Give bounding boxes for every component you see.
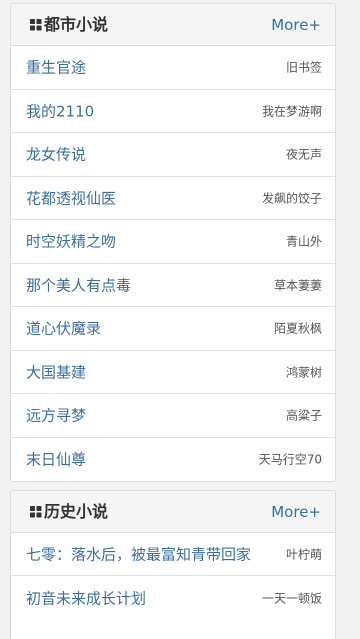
book-title-link[interactable]: 七零：落水后，被最富知青带回家 [26,544,251,565]
book-author: 陌夏秋枫 [273,321,322,336]
more-link[interactable]: More+ [271,15,321,35]
book-title-link[interactable]: 重生官途 [26,57,86,78]
section-header: 历史小说 More+ [11,491,335,533]
book-author: 鸿蒙树 [285,365,322,380]
book-author: 我在梦游啊 [261,104,322,119]
book-title-link[interactable]: 龙女传说 [26,144,86,165]
book-list: 重生官途 旧书签 我的2110 我在梦游啊 龙女传说 夜无声 花都透视仙医 发飙… [11,46,335,481]
book-title-link[interactable]: 末日仙尊 [26,449,86,470]
book-author: 叶柠萌 [285,547,322,562]
page: 都市小说 More+ 重生官途 旧书签 我的2110 我在梦游啊 龙女传说 夜无… [0,0,360,639]
section-title: 历史小说 [44,502,109,521]
grid-icon [30,506,42,518]
book-list: 七零：落水后，被最富知青带回家 叶柠萌 初音未来成长计划 一天一顿饭 [11,533,335,619]
book-author: 旧书签 [285,60,322,75]
section-history-novels: 历史小说 More+ 七零：落水后，被最富知青带回家 叶柠萌 初音未来成长计划 … [10,490,336,639]
grid-icon [30,19,42,31]
section-title: 都市小说 [44,15,109,34]
list-item: 重生官途 旧书签 [11,46,335,90]
book-author: 天马行空70 [258,452,322,467]
book-author: 夜无声 [285,147,322,162]
list-item: 那个美人有点毒 草本萋萋 [11,264,335,307]
list-item: 大国基建 鸿蒙树 [11,351,335,394]
list-item: 花都透视仙医 发飙的饺子 [11,177,335,220]
book-author: 青山外 [285,234,322,249]
book-title-link[interactable]: 初音未来成长计划 [26,587,146,608]
list-item: 我的2110 我在梦游啊 [11,90,335,133]
more-link[interactable]: More+ [271,502,321,522]
book-title-link[interactable]: 大国基建 [26,361,86,382]
list-item: 道心伏魔录 陌夏秋枫 [11,307,335,351]
section-urban-novels: 都市小说 More+ 重生官途 旧书签 我的2110 我在梦游啊 龙女传说 夜无… [10,3,336,482]
list-item: 远方寻梦 高粱子 [11,394,335,438]
book-title-link[interactable]: 我的2110 [26,100,94,121]
section-header: 都市小说 More+ [11,4,335,46]
list-item: 七零：落水后，被最富知青带回家 叶柠萌 [11,533,335,576]
book-title-link[interactable]: 花都透视仙医 [26,187,116,208]
list-item: 时空妖精之吻 青山外 [11,220,335,264]
book-author: 草本萋萋 [273,278,322,293]
book-author: 高粱子 [285,408,322,423]
list-item: 末日仙尊 天马行空70 [11,438,335,482]
book-title-link[interactable]: 远方寻梦 [26,405,86,426]
book-title-link[interactable]: 那个美人有点毒 [26,274,131,295]
book-author: 一天一顿饭 [261,591,322,605]
list-item: 龙女传说 夜无声 [11,133,335,177]
book-title-link[interactable]: 道心伏魔录 [26,318,101,339]
list-item: 初音未来成长计划 一天一顿饭 [11,576,335,619]
book-title-link[interactable]: 时空妖精之吻 [26,231,116,252]
book-author: 发飙的饺子 [261,191,322,206]
